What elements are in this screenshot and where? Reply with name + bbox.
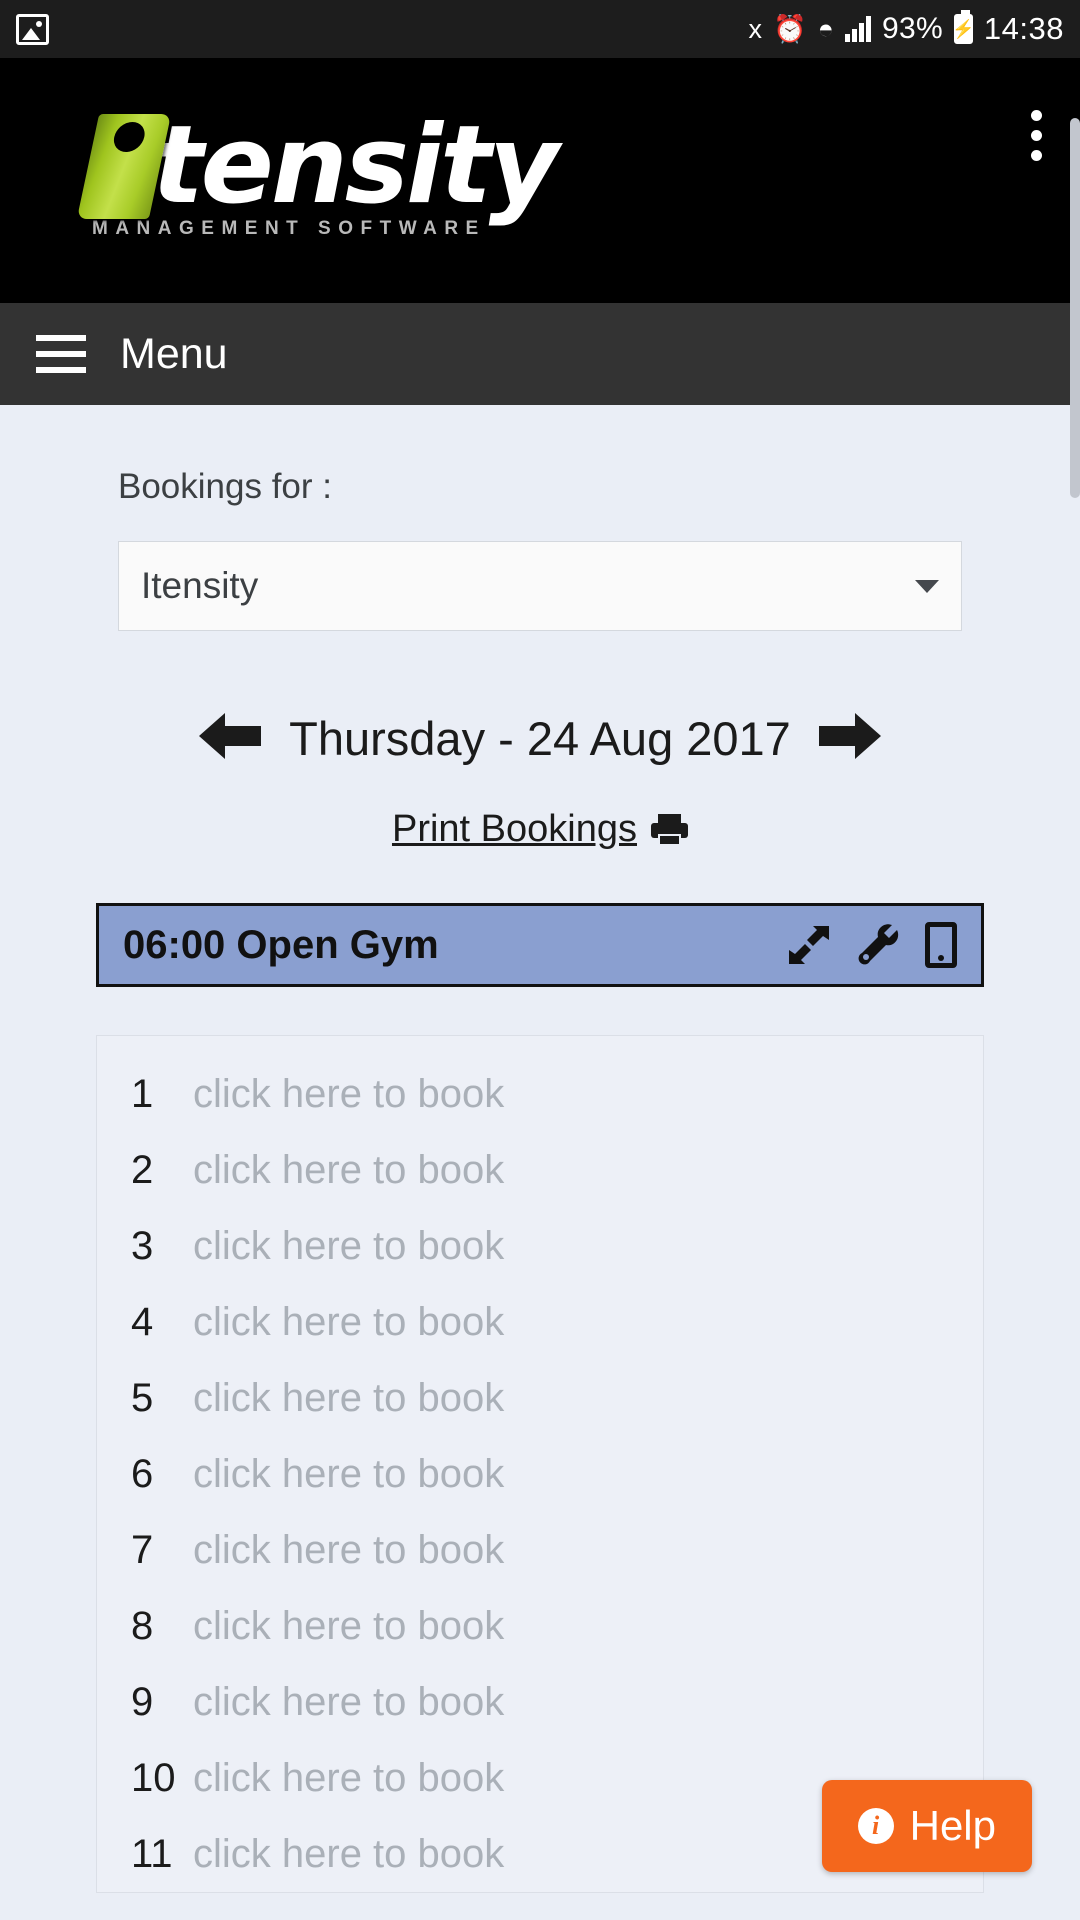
hamburger-icon[interactable] xyxy=(36,335,86,373)
booking-row-label: click here to book xyxy=(193,1223,505,1268)
booking-row-label: click here to book xyxy=(193,1071,505,1116)
booking-row-label: click here to book xyxy=(193,1451,505,1496)
kebab-menu-icon[interactable] xyxy=(1031,110,1042,161)
bluetooth-icon: x xyxy=(748,13,763,44)
booking-row-number: 5 xyxy=(131,1375,154,1420)
booking-list: 1 click here to book 2 click here to boo… xyxy=(96,1035,984,1893)
help-button-label: Help xyxy=(909,1802,996,1849)
booking-row-number: 3 xyxy=(131,1223,154,1268)
booking-row-number: 2 xyxy=(131,1147,154,1192)
chevron-down-icon xyxy=(915,579,939,593)
info-icon: i xyxy=(857,1808,894,1844)
wrench-icon[interactable] xyxy=(857,924,899,966)
status-bar: x ⏰ ◓ 93% ⚡ 14:38 xyxy=(0,0,1080,58)
image-icon xyxy=(16,13,49,45)
venue-select[interactable]: Itensity xyxy=(118,541,962,631)
signal-icon xyxy=(844,16,871,42)
list-item[interactable]: 3 click here to book xyxy=(97,1208,983,1284)
scrollbar-thumb[interactable] xyxy=(1070,118,1080,498)
list-item[interactable]: 9 click here to book xyxy=(97,1664,983,1740)
clock-time: 14:38 xyxy=(983,11,1064,46)
menu-label: Menu xyxy=(120,329,228,378)
current-date-text: Thursday - 24 Aug 2017 xyxy=(289,712,791,765)
alarm-icon: ⏰ xyxy=(773,13,807,44)
list-item[interactable]: 5 click here to book xyxy=(97,1360,983,1436)
print-bookings-row: Print Bookings xyxy=(0,808,1080,851)
battery-charging-icon: ⚡ xyxy=(952,10,975,44)
print-bookings-link[interactable]: Print Bookings xyxy=(392,808,688,851)
status-bar-right: x ⏰ ◓ 93% ⚡ 14:38 xyxy=(748,10,1064,47)
booking-row-label: click here to book xyxy=(193,1527,505,1572)
brand-logo-row: tensity xyxy=(76,98,559,228)
collapse-arrows-icon[interactable] xyxy=(787,924,831,966)
slot-header-open-gym[interactable]: 06:00 Open Gym xyxy=(96,903,984,987)
list-item[interactable]: 2 click here to book xyxy=(97,1132,983,1208)
printer-icon xyxy=(651,813,688,846)
print-bookings-label: Print Bookings xyxy=(391,808,637,850)
booking-row-number: 9 xyxy=(131,1679,154,1724)
booking-row-label: click here to book xyxy=(193,1679,505,1724)
tablet-icon[interactable] xyxy=(925,922,957,968)
bookings-for-label: Bookings for : xyxy=(118,467,332,506)
booking-row-number: 6 xyxy=(131,1451,154,1496)
slot-title: 06:00 Open Gym xyxy=(123,922,439,967)
help-button[interactable]: i Help xyxy=(821,1780,1032,1872)
booking-row-label: click here to book xyxy=(193,1831,505,1876)
app-header: tensity MANAGEMENT SOFTWARE xyxy=(0,58,1080,303)
page-scrollbar[interactable] xyxy=(1070,58,1080,1920)
booking-row-label: click here to book xyxy=(193,1603,505,1648)
booking-row-label: click here to book xyxy=(193,1375,505,1420)
booking-row-number: 7 xyxy=(131,1527,154,1572)
menu-bar[interactable]: Menu xyxy=(0,303,1080,405)
booking-row-number: 4 xyxy=(131,1299,154,1344)
list-item[interactable]: 1 click here to book xyxy=(97,1056,983,1132)
arrow-left-icon[interactable] xyxy=(197,709,263,768)
brand-logo: tensity MANAGEMENT SOFTWARE xyxy=(76,98,559,240)
status-bar-left xyxy=(16,13,49,45)
venue-select-value: Itensity xyxy=(141,565,259,606)
brand-wordmark: tensity xyxy=(152,103,559,228)
app-screen: x ⏰ ◓ 93% ⚡ 14:38 tensity MANAGEMENT SOF… xyxy=(0,0,1080,1920)
slot-actions xyxy=(787,922,957,968)
booking-row-label: click here to book xyxy=(193,1147,505,1192)
booking-row-number: 10 xyxy=(131,1755,176,1800)
battery-percent: 93% xyxy=(881,12,943,45)
wifi-icon: ◓ xyxy=(817,13,834,44)
booking-row-label: click here to book xyxy=(193,1755,505,1800)
list-item[interactable]: 8 click here to book xyxy=(97,1588,983,1664)
booking-row-number: 11 xyxy=(131,1831,173,1876)
booking-row-number: 1 xyxy=(131,1071,154,1116)
list-item[interactable]: 4 click here to book xyxy=(97,1284,983,1360)
list-item[interactable]: 6 click here to book xyxy=(97,1436,983,1512)
list-item[interactable]: 7 click here to book xyxy=(97,1512,983,1588)
booking-row-number: 8 xyxy=(131,1603,154,1648)
date-navigation: Thursday - 24 Aug 2017 xyxy=(0,709,1080,768)
booking-row-label: click here to book xyxy=(193,1299,505,1344)
arrow-right-icon[interactable] xyxy=(817,709,883,768)
main-content: Bookings for : Itensity Thursday - 24 Au… xyxy=(0,405,1080,1920)
